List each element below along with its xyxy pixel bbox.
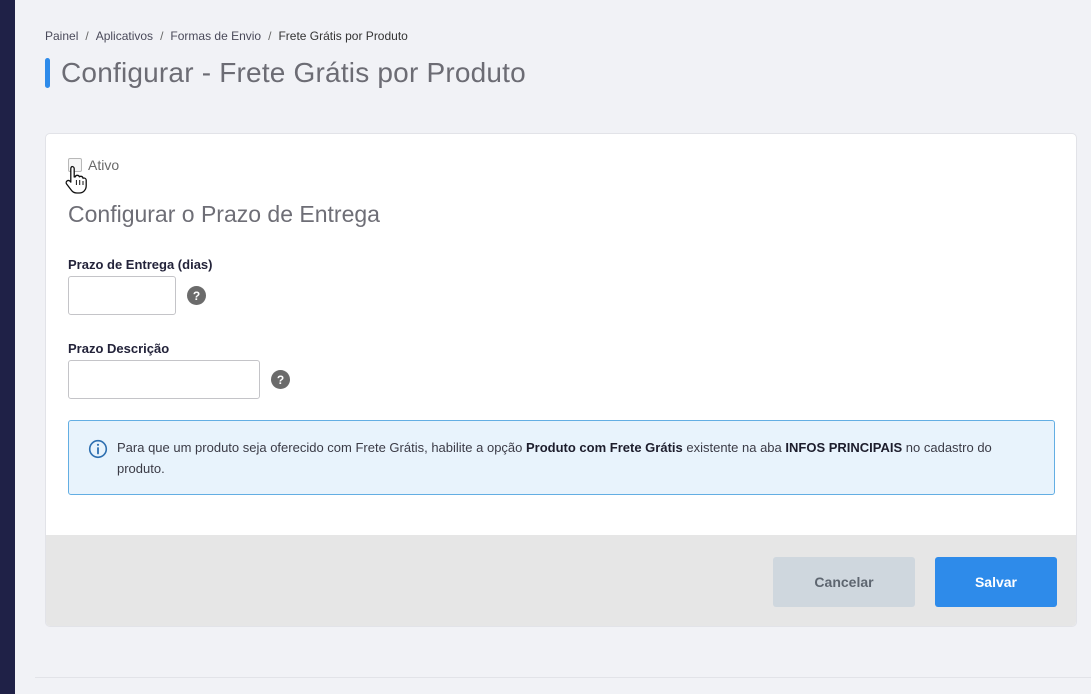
info-alert: Para que um produto seja oferecido com F…	[68, 420, 1055, 495]
info-bold-option: Produto com Frete Grátis	[526, 440, 683, 455]
prazo-descricao-input[interactable]	[68, 360, 260, 399]
cancel-button[interactable]: Cancelar	[773, 557, 915, 607]
title-accent-bar	[45, 58, 50, 88]
info-bold-tab: INFOS PRINCIPAIS	[785, 440, 903, 455]
info-text-part: existente na aba	[682, 440, 786, 455]
question-circle-icon[interactable]: ?	[271, 370, 290, 389]
breadcrumb-item-painel[interactable]: Painel	[45, 29, 78, 43]
info-circle-icon	[88, 439, 108, 459]
page-divider	[35, 677, 1091, 678]
config-card: Ativo Configurar o Prazo de Entrega Praz…	[45, 133, 1077, 627]
prazo-descricao-label: Prazo Descrição	[68, 341, 170, 356]
breadcrumb: Painel / Aplicativos / Formas de Envio /…	[45, 29, 408, 43]
breadcrumb-item-aplicativos[interactable]: Aplicativos	[96, 29, 153, 43]
section-title: Configurar o Prazo de Entrega	[68, 201, 380, 227]
breadcrumb-separator: /	[85, 29, 89, 43]
breadcrumb-item-formas-de-envio[interactable]: Formas de Envio	[170, 29, 261, 43]
breadcrumb-separator: /	[268, 29, 272, 43]
save-button[interactable]: Salvar	[935, 557, 1057, 607]
info-text-part: Para que um produto seja oferecido com F…	[117, 440, 526, 455]
active-label: Ativo	[88, 157, 120, 173]
form-footer: Cancelar Salvar	[46, 535, 1076, 626]
breadcrumb-separator: /	[160, 29, 164, 43]
page-header: Configurar - Frete Grátis por Produto	[45, 57, 526, 89]
hand-pointer-icon	[65, 165, 87, 194]
breadcrumb-current: Frete Grátis por Produto	[278, 29, 408, 43]
info-message: Para que um produto seja oferecido com F…	[117, 437, 1037, 479]
question-circle-icon[interactable]: ?	[187, 286, 206, 305]
left-sidebar-rail	[0, 0, 15, 694]
prazo-entrega-input[interactable]	[68, 276, 176, 315]
page-title: Configurar - Frete Grátis por Produto	[61, 57, 526, 88]
prazo-entrega-label: Prazo de Entrega (dias)	[68, 257, 213, 272]
